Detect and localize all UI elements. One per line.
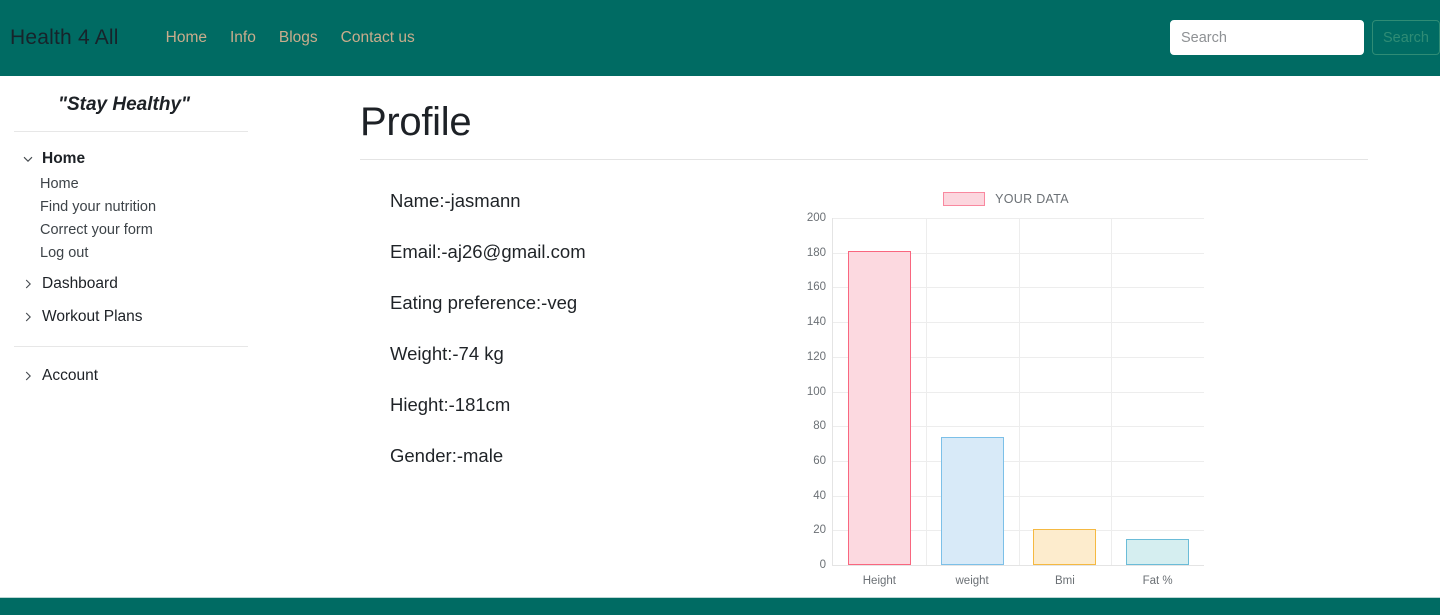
nav-link-contact-us[interactable]: Contact us bbox=[341, 29, 415, 47]
chevron-down-icon bbox=[23, 156, 33, 162]
sidebar-item-home[interactable]: Home bbox=[0, 172, 262, 195]
chart-x-tick-label: weight bbox=[955, 575, 989, 587]
page-title: Profile bbox=[360, 100, 472, 144]
chart-bar bbox=[1126, 538, 1190, 565]
profile-field-email: Email:-aj26@gmail.com bbox=[390, 241, 586, 262]
sidebar-group-home-label: Home bbox=[42, 150, 86, 167]
sidebar-item-correct-your-form[interactable]: Correct your form bbox=[0, 218, 262, 241]
sidebar-group-workout-plans-label: Workout Plans bbox=[42, 308, 143, 325]
page-title-rule bbox=[360, 159, 1368, 160]
main-content: Profile Name:-jasmann Email:-aj26@gmail.… bbox=[262, 76, 1440, 597]
chart-y-tick-label: 140 bbox=[806, 316, 826, 329]
profile-field-weight: Weight:-74 kg bbox=[390, 343, 504, 364]
chevron-right-icon bbox=[25, 279, 31, 289]
chevron-right-icon bbox=[25, 312, 31, 322]
chart-y-tick-label: 100 bbox=[806, 385, 826, 398]
sidebar-item-find-your-nutrition[interactable]: Find your nutrition bbox=[0, 195, 262, 218]
chart-y-tick-label: 160 bbox=[806, 281, 826, 294]
chart-y-tick-label: 180 bbox=[806, 246, 826, 259]
sidebar-group-account-label: Account bbox=[42, 367, 99, 384]
chart-legend: YOUR DATA bbox=[780, 192, 1232, 206]
sidebar-group-dashboard-label: Dashboard bbox=[42, 275, 118, 292]
search-button[interactable]: Search bbox=[1372, 20, 1440, 55]
sidebar-group-home[interactable]: Home bbox=[0, 146, 262, 172]
sidebar-divider-middle bbox=[14, 346, 248, 347]
primary-nav: Home Info Blogs Contact us bbox=[166, 29, 415, 47]
chart-x-tick-label: Bmi bbox=[1054, 575, 1075, 587]
chart-legend-label: YOUR DATA bbox=[995, 192, 1069, 206]
search-input[interactable] bbox=[1170, 20, 1364, 55]
nav-link-info[interactable]: Info bbox=[230, 29, 256, 47]
chart-category-divider bbox=[1018, 218, 1020, 565]
sidebar-group-dashboard[interactable]: Dashboard bbox=[0, 271, 262, 297]
sidebar-account-section: Account bbox=[0, 363, 262, 389]
chart-x-tick-label: Height bbox=[862, 575, 896, 587]
chart-y-tick-label: 200 bbox=[806, 212, 826, 224]
chart-category-divider bbox=[1111, 218, 1113, 565]
chart-bar bbox=[1033, 528, 1097, 565]
profile-field-height: Hieght:-181cm bbox=[390, 394, 511, 415]
sidebar-group-workout-plans[interactable]: Workout Plans bbox=[0, 304, 262, 330]
sidebar-item-log-out[interactable]: Log out bbox=[0, 241, 262, 264]
profile-content-row: Name:-jasmann Email:-aj26@gmail.com Eati… bbox=[262, 190, 1440, 600]
chart-plot-area: 0 20 40 60 80 100 120 140 160 180 200 Height weight B… bbox=[807, 212, 1204, 587]
chart-category-divider bbox=[925, 218, 927, 565]
nav-link-blogs[interactable]: Blogs bbox=[279, 29, 318, 47]
nav-link-home[interactable]: Home bbox=[166, 29, 207, 47]
chart-y-tick-label: 20 bbox=[813, 524, 826, 537]
navbar-search-area: Search bbox=[1170, 20, 1440, 55]
top-navbar: Health 4 All Home Info Blogs Contact us … bbox=[0, 0, 1440, 76]
chart-y-tick-label: 60 bbox=[813, 454, 826, 467]
sidebar-divider-top bbox=[14, 131, 248, 132]
chart-y-tick-label: 120 bbox=[806, 350, 826, 363]
chart-x-tick-label: Fat % bbox=[1142, 575, 1173, 587]
sidebar: "Stay Healthy" Home Home Find your nutri… bbox=[0, 76, 262, 597]
chevron-right-icon bbox=[25, 371, 31, 381]
chart-bar bbox=[847, 250, 911, 565]
chart-y-tick-label: 80 bbox=[813, 420, 826, 433]
sidebar-title: "Stay Healthy" bbox=[57, 94, 191, 115]
sidebar-nav-tree: Home Home Find your nutrition Correct yo… bbox=[0, 146, 262, 330]
chart-bar bbox=[940, 436, 1004, 565]
profile-field-name: Name:-jasmann bbox=[390, 190, 521, 211]
brand-logo[interactable]: Health 4 All bbox=[10, 26, 119, 50]
profile-field-eating-preference: Eating preference:-veg bbox=[390, 292, 578, 313]
sidebar-group-account[interactable]: Account bbox=[0, 363, 262, 389]
chart-y-tick-label: 0 bbox=[819, 559, 826, 571]
chart-y-tick-label: 40 bbox=[813, 489, 826, 502]
footer-bar bbox=[0, 597, 1440, 615]
profile-field-gender: Gender:-male bbox=[390, 445, 504, 466]
profile-details: Name:-jasmann Email:-aj26@gmail.com Eati… bbox=[390, 190, 760, 600]
profile-bar-chart: YOUR DATA 0 20 40 60 80 100 120 140 160 180 200 Hei… bbox=[780, 190, 1232, 600]
chart-legend-swatch bbox=[943, 192, 986, 206]
